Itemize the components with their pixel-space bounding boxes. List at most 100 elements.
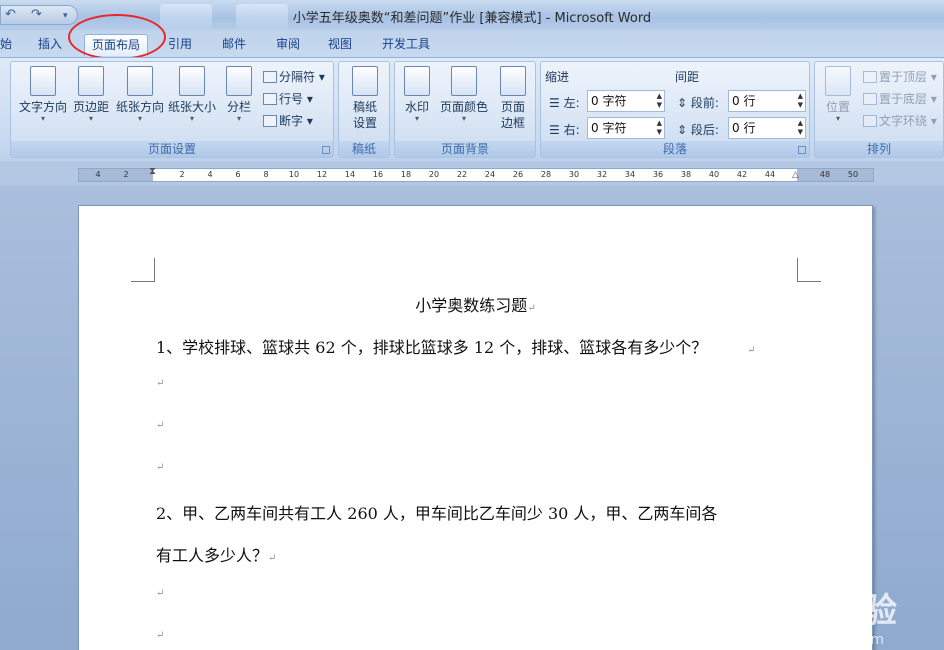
manuscript-icon	[352, 66, 378, 96]
spinner-icon[interactable]: ▲ ▼	[798, 119, 803, 137]
arrange-group: 位置 ▾ 置于顶层 ▾ 置于底层 ▾ 文字环绕 ▾ 排列	[814, 61, 944, 158]
spacing-after-input[interactable]: 0 行 ▲ ▼	[728, 117, 806, 139]
ruler-tick-label: 42	[736, 170, 748, 179]
spacing-after-icon: ⇕	[677, 123, 688, 137]
highlight-circle	[68, 14, 166, 60]
group-label: 页面设置	[11, 141, 333, 157]
send-to-back-button[interactable]: 置于底层 ▾	[863, 90, 937, 107]
manuscript-group: 稿纸 设置 稿纸	[338, 61, 390, 158]
ruler-tick-label: 2	[123, 170, 129, 179]
spacing-before-label: ⇕ 段前:	[677, 96, 719, 110]
empty-paragraph: ↵	[156, 378, 165, 389]
indent-right-input[interactable]: 0 字符 ▲ ▼	[587, 117, 665, 139]
right-indent-icon[interactable]: △	[792, 170, 799, 180]
question-2-line-2: 有工人多少人？↵	[156, 546, 277, 565]
paragraph-group: 缩进 间距 ☰ 左: 0 字符 ▲ ▼ ☰ 右: 0 字符 ▲ ▼ ⇕ 段前: 0 行 ▲…	[540, 61, 810, 158]
ruler-tick-label: 4	[95, 170, 101, 179]
columns-button[interactable]: 分栏 ▾	[221, 66, 257, 123]
question-2-line-1: 2、甲、乙两车间共有工人 260 人，甲车间比乙车间少 30 人，甲、乙两车间各	[156, 504, 718, 523]
hyphenation-button[interactable]: 断字 ▾	[263, 112, 313, 129]
tab-mailings[interactable]: 邮件	[214, 34, 254, 56]
spinner-icon[interactable]: ▲ ▼	[657, 119, 662, 137]
ruler-margin-right	[797, 169, 873, 181]
text-wrapping-button[interactable]: 文字环绕 ▾	[863, 112, 937, 129]
ruler-margin-left	[79, 169, 153, 181]
line-numbers-button[interactable]: 行号 ▾	[263, 90, 313, 107]
indent-left-icon: ☰	[549, 96, 560, 110]
ruler-tick-label: 22	[456, 170, 468, 179]
ruler-tick-label: 48	[819, 170, 831, 179]
indent-right-label: ☰ 右:	[549, 123, 580, 137]
breaks-button[interactable]: 分隔符 ▾	[263, 68, 325, 85]
columns-icon	[226, 66, 252, 96]
ruler-tick-label: 26	[512, 170, 524, 179]
first-line-indent-icon[interactable]: ⧗	[149, 166, 156, 177]
ruler-tick-label: 50	[847, 170, 859, 179]
manuscript-settings-button[interactable]: 稿纸 设置	[343, 66, 387, 131]
spinner-icon[interactable]: ▲ ▼	[798, 92, 803, 110]
empty-paragraph: ↵	[156, 588, 165, 599]
indent-left-input[interactable]: 0 字符 ▲ ▼	[587, 90, 665, 112]
ruler-tick-label: 38	[680, 170, 692, 179]
ruler-tick-label: 28	[540, 170, 552, 179]
baidu-watermark-url: jingyan.baidu.com	[754, 632, 884, 648]
ruler-tick-label: 16	[372, 170, 384, 179]
indent-left-label: ☰ 左:	[549, 96, 580, 110]
page-setup-group: 文字方向 ▾ 页边距 ▾ 纸张方向 ▾ 纸张大小 ▾ 分栏 ▾ 分隔符 ▾ 行号…	[10, 61, 334, 158]
horizontal-ruler[interactable]: 4 2 2 4 6 8 10 12 14 16 18 20 22 24 26 28 30 32 34 36 38 40 42…	[78, 166, 874, 182]
size-button[interactable]: 纸张大小 ▾	[167, 66, 217, 123]
ruler-tick-label: 30	[568, 170, 580, 179]
ruler-tick-label: 14	[344, 170, 356, 179]
spacing-after-label: ⇕ 段后:	[677, 123, 719, 137]
tab-insert[interactable]: 插入	[30, 34, 70, 56]
ribbon: 文字方向 ▾ 页边距 ▾ 纸张方向 ▾ 纸张大小 ▾ 分栏 ▾ 分隔符 ▾ 行号…	[0, 57, 944, 161]
orientation-button[interactable]: 纸张方向 ▾	[115, 66, 165, 123]
bring-to-front-icon	[863, 71, 877, 83]
hyphenation-icon	[263, 115, 277, 127]
text-direction-button[interactable]: 文字方向 ▾	[17, 66, 69, 123]
page-borders-button[interactable]: 页面 边框	[493, 66, 533, 131]
ruler-tick-label: 44	[764, 170, 776, 179]
page-color-button[interactable]: 页面颜色 ▾	[439, 66, 489, 123]
empty-paragraph: ↵	[156, 462, 165, 473]
group-label: 稿纸	[339, 141, 389, 157]
line-numbers-icon	[263, 93, 277, 105]
empty-paragraph: ↵	[156, 420, 165, 431]
ruler-tick-label: 8	[263, 170, 269, 179]
tab-home[interactable]: 始	[0, 34, 14, 56]
text-wrapping-icon	[863, 115, 877, 127]
margins-button[interactable]: 页边距 ▾	[71, 66, 111, 123]
ruler-tick-label: 36	[652, 170, 664, 179]
indent-right-icon: ☰	[549, 123, 560, 137]
ruler-tick-label: 12	[316, 170, 328, 179]
page-color-icon	[451, 66, 477, 96]
margin-corner	[131, 258, 155, 282]
spacing-before-input[interactable]: 0 行 ▲ ▼	[728, 90, 806, 112]
tab-developer[interactable]: 开发工具	[374, 34, 438, 56]
bring-to-front-button[interactable]: 置于顶层 ▾	[863, 68, 937, 85]
ruler-tick-label: 34	[624, 170, 636, 179]
watermark-button[interactable]: 水印 ▾	[399, 66, 435, 123]
text-direction-icon	[30, 66, 56, 96]
paper-size-icon	[179, 66, 205, 96]
group-label: 段落	[541, 141, 809, 157]
margin-corner	[797, 258, 821, 282]
group-label: 页面背景	[395, 141, 535, 157]
ruler-tick-label: 6	[235, 170, 241, 179]
empty-paragraph: ↵	[156, 630, 165, 641]
ruler-tick-label: 18	[400, 170, 412, 179]
tab-review[interactable]: 审阅	[268, 34, 308, 56]
send-to-back-icon	[863, 93, 877, 105]
orientation-icon	[127, 66, 153, 96]
question-1: 1、学校排球、篮球共 62 个，排球比篮球多 12 个，排球、篮球各有多少个？ ↵	[156, 338, 756, 357]
tab-references[interactable]: 引用	[160, 34, 200, 56]
indent-title: 缩进	[545, 70, 570, 84]
position-button[interactable]: 位置 ▾	[819, 66, 857, 123]
spacing-title: 间距	[675, 70, 700, 84]
group-label: 排列	[815, 141, 943, 157]
tab-view[interactable]: 视图	[320, 34, 360, 56]
spinner-icon[interactable]: ▲ ▼	[657, 92, 662, 110]
breaks-icon	[263, 71, 277, 83]
dialog-launcher-icon[interactable]	[798, 146, 806, 154]
dialog-launcher-icon[interactable]	[322, 146, 330, 154]
